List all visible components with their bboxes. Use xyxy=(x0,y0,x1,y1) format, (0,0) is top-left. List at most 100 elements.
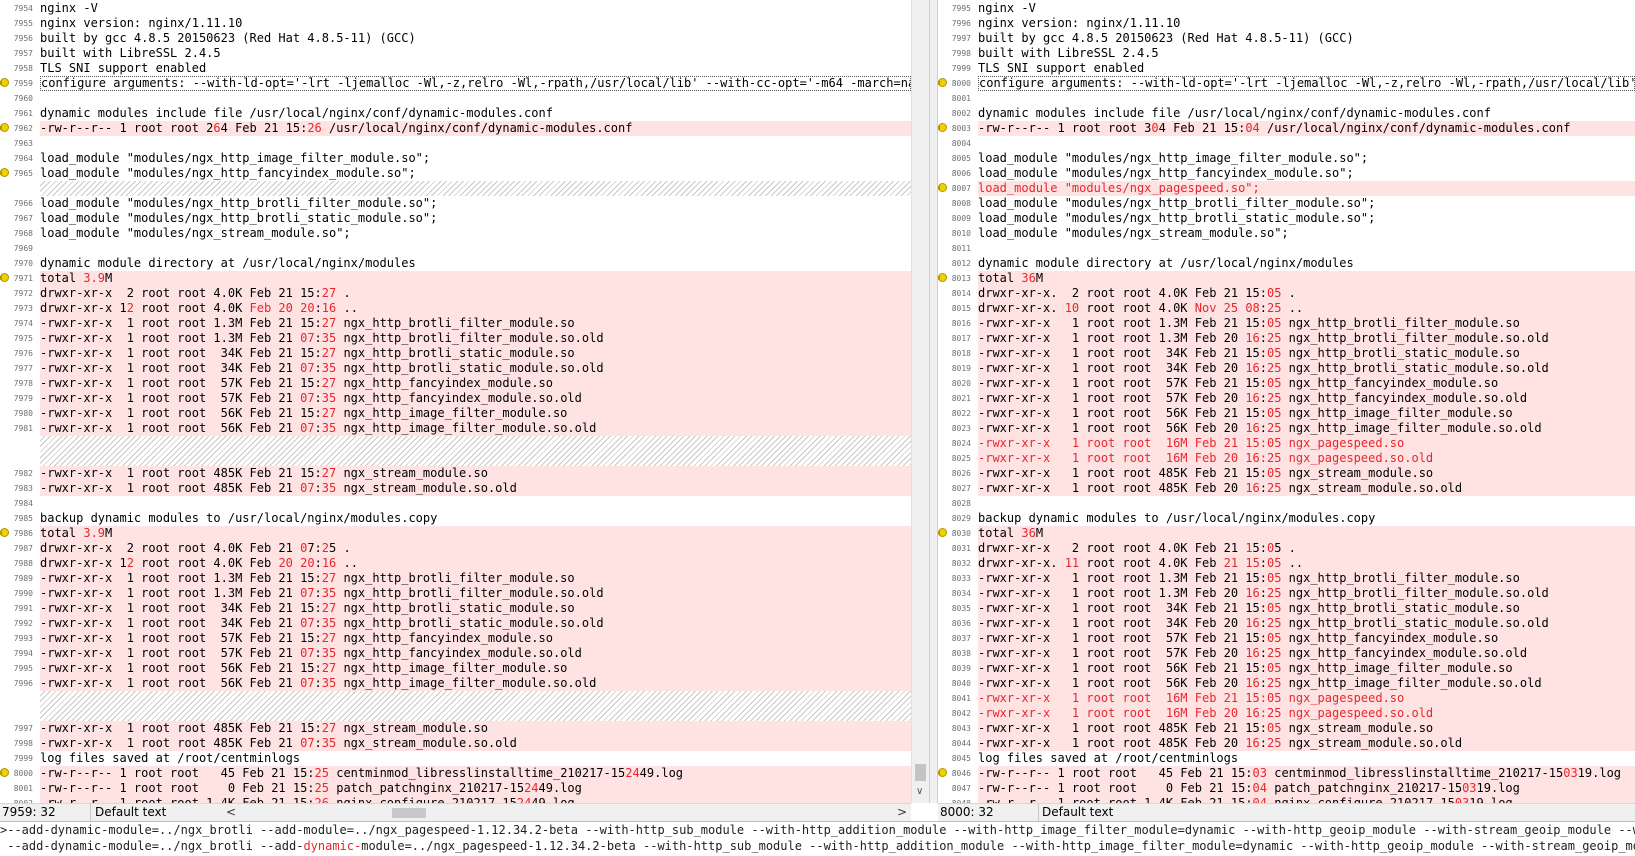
text-line[interactable]: 8008 load_module "modules/ngx_http_brotli… xyxy=(938,196,1635,211)
text-line[interactable]: 7999 log files saved at /root/centminlogs xyxy=(0,751,911,766)
text-line[interactable]: 8028 xyxy=(938,496,1635,511)
text-line[interactable]: 8007 load_module "modules/ngx_pagespeed.s… xyxy=(938,181,1635,196)
text-line[interactable]: 7995 -rwxr-xr-x 1 root root 56K Feb 21 15… xyxy=(0,661,911,676)
text-line[interactable]: 7957 built with LibreSSL 2.4.5 xyxy=(0,46,911,61)
text-line[interactable]: 8012 dynamic module directory at /usr/loc… xyxy=(938,256,1635,271)
text-line[interactable]: 8041 -rwxr-xr-x 1 root root 16M Feb 21 15… xyxy=(938,691,1635,706)
text-line[interactable]: 7978 -rwxr-xr-x 1 root root 57K Feb 21 15… xyxy=(0,376,911,391)
text-line[interactable]: 7988 drwxr-xr-x 12 root root 4.0K Feb 20 … xyxy=(0,556,911,571)
pane-splitter[interactable] xyxy=(929,0,938,803)
text-line[interactable]: 7994 -rwxr-xr-x 1 root root 57K Feb 21 07… xyxy=(0,646,911,661)
text-line[interactable]: 7992 -rwxr-xr-x 1 root root 34K Feb 21 07… xyxy=(0,616,911,631)
text-line[interactable]: 7998 built with LibreSSL 2.4.5 xyxy=(938,46,1635,61)
text-line[interactable]: 8033 -rwxr-xr-x 1 root root 1.3M Feb 21 1… xyxy=(938,571,1635,586)
text-line[interactable]: 8013 total 36M xyxy=(938,271,1635,286)
text-line[interactable]: 8016 -rwxr-xr-x 1 root root 1.3M Feb 21 1… xyxy=(938,316,1635,331)
text-line[interactable]: 8043 -rwxr-xr-x 1 root root 485K Feb 21 1… xyxy=(938,721,1635,736)
left-compare-pane[interactable]: 7954 nginx -V 7955 nginx version: nginx/1.1… xyxy=(0,0,911,803)
text-line[interactable]: 8046 -rw-r--r-- 1 root root 45 Feb 21 15:… xyxy=(938,766,1635,781)
text-line[interactable]: 7995 nginx -V xyxy=(938,1,1635,16)
text-line[interactable]: 8040 -rwxr-xr-x 1 root root 56K Feb 20 16… xyxy=(938,676,1635,691)
text-line[interactable]: 7971 total 3.9M xyxy=(0,271,911,286)
text-line[interactable]: 8020 -rwxr-xr-x 1 root root 57K Feb 21 15… xyxy=(938,376,1635,391)
text-line[interactable]: 8037 -rwxr-xr-x 1 root root 57K Feb 21 15… xyxy=(938,631,1635,646)
text-line[interactable]: 7955 nginx version: nginx/1.11.10 xyxy=(0,16,911,31)
text-line[interactable]: 7962 -rw-r--r-- 1 root root 264 Feb 21 15… xyxy=(0,121,911,136)
text-line[interactable]: 8038 -rwxr-xr-x 1 root root 57K Feb 20 16… xyxy=(938,646,1635,661)
text-line[interactable]: 7998 -rwxr-xr-x 1 root root 485K Feb 21 0… xyxy=(0,736,911,751)
text-line[interactable]: 8025 -rwxr-xr-x 1 root root 16M Feb 20 16… xyxy=(938,451,1635,466)
text-line[interactable]: 7981 -rwxr-xr-x 1 root root 56K Feb 21 07… xyxy=(0,421,911,436)
text-line[interactable]: 7965 load_module "modules/ngx_http_fancyi… xyxy=(0,166,911,181)
right-compare-pane[interactable]: 7995 nginx -V 7996 nginx version: nginx/1.1… xyxy=(938,0,1635,803)
text-line[interactable]: 7976 -rwxr-xr-x 1 root root 34K Feb 21 15… xyxy=(0,346,911,361)
text-line[interactable]: 8015 drwxr-xr-x. 10 root root 4.0K Nov 25… xyxy=(938,301,1635,316)
text-line[interactable]: 7959 configure arguments: --with-ld-opt='… xyxy=(0,76,911,91)
text-line[interactable]: 8003 -rw-r--r-- 1 root root 304 Feb 21 15… xyxy=(938,121,1635,136)
text-line[interactable]: 8001 -rw-r--r-- 1 root root 0 Feb 21 15:2… xyxy=(0,781,911,796)
text-line[interactable]: 7984 xyxy=(0,496,911,511)
text-line[interactable]: 8023 -rwxr-xr-x 1 root root 56K Feb 20 16… xyxy=(938,421,1635,436)
text-line[interactable]: 7974 -rwxr-xr-x 1 root root 1.3M Feb 21 1… xyxy=(0,316,911,331)
text-line[interactable]: 8022 -rwxr-xr-x 1 root root 56K Feb 21 15… xyxy=(938,406,1635,421)
text-line[interactable]: 8018 -rwxr-xr-x 1 root root 34K Feb 21 15… xyxy=(938,346,1635,361)
text-line[interactable]: 7972 drwxr-xr-x 2 root root 4.0K Feb 21 1… xyxy=(0,286,911,301)
encoding-label[interactable]: Default text xyxy=(95,804,166,821)
text-line[interactable]: 8005 load_module "modules/ngx_http_image_… xyxy=(938,151,1635,166)
text-line[interactable]: 8006 load_module "modules/ngx_http_fancyi… xyxy=(938,166,1635,181)
text-line[interactable]: 7967 load_module "modules/ngx_http_brotli… xyxy=(0,211,911,226)
text-line[interactable]: 7986 total 3.9M xyxy=(0,526,911,541)
chevron-left-icon[interactable]: < xyxy=(226,804,236,821)
text-line[interactable]: 8029 backup dynamic modules to /usr/local… xyxy=(938,511,1635,526)
text-line[interactable]: 7954 nginx -V xyxy=(0,1,911,16)
text-line[interactable]: 7999 TLS SNI support enabled xyxy=(938,61,1635,76)
text-line[interactable]: 7961 dynamic modules include file /usr/lo… xyxy=(0,106,911,121)
text-line[interactable]: 7969 xyxy=(0,241,911,256)
text-line[interactable]: 7997 -rwxr-xr-x 1 root root 485K Feb 21 1… xyxy=(0,721,911,736)
text-line[interactable]: 7964 load_module "modules/ngx_http_image_… xyxy=(0,151,911,166)
text-line[interactable]: 7960 xyxy=(0,91,911,106)
left-horizontal-scrollbar[interactable]: < > xyxy=(226,804,907,821)
text-line[interactable]: 8014 drwxr-xr-x. 2 root root 4.0K Feb 21 … xyxy=(938,286,1635,301)
scrollbar-thumb[interactable] xyxy=(915,764,926,781)
scrollbar-thumb[interactable] xyxy=(392,808,426,818)
text-line[interactable]: 8030 total 36M xyxy=(938,526,1635,541)
text-line[interactable]: 7979 -rwxr-xr-x 1 root root 57K Feb 21 07… xyxy=(0,391,911,406)
text-line[interactable]: 7975 -rwxr-xr-x 1 root root 1.3M Feb 21 0… xyxy=(0,331,911,346)
text-line[interactable]: 7997 built by gcc 4.8.5 20150623 (Red Hat… xyxy=(938,31,1635,46)
text-line[interactable]: 8047 -rw-r--r-- 1 root root 0 Feb 21 15:0… xyxy=(938,781,1635,796)
text-line[interactable]: 7990 -rwxr-xr-x 1 root root 1.3M Feb 21 0… xyxy=(0,586,911,601)
text-line[interactable]: 8021 -rwxr-xr-x 1 root root 57K Feb 20 16… xyxy=(938,391,1635,406)
text-line[interactable]: 8032 drwxr-xr-x. 11 root root 4.0K Feb 21… xyxy=(938,556,1635,571)
missing-lines-block[interactable] xyxy=(0,691,911,721)
left-vertical-scrollbar[interactable]: ∨ xyxy=(911,0,929,803)
text-line[interactable]: 8026 -rwxr-xr-x 1 root root 485K Feb 21 1… xyxy=(938,466,1635,481)
chevron-down-icon[interactable]: ∨ xyxy=(916,786,923,797)
text-line[interactable]: 7973 drwxr-xr-x 12 root root 4.0K Feb 20 … xyxy=(0,301,911,316)
text-line[interactable]: 8027 -rwxr-xr-x 1 root root 485K Feb 20 1… xyxy=(938,481,1635,496)
text-line[interactable]: 7993 -rwxr-xr-x 1 root root 57K Feb 21 15… xyxy=(0,631,911,646)
text-line[interactable]: 7996 -rwxr-xr-x 1 root root 56K Feb 21 07… xyxy=(0,676,911,691)
text-line[interactable]: 8042 -rwxr-xr-x 1 root root 16M Feb 20 16… xyxy=(938,706,1635,721)
text-line[interactable]: 8000 configure arguments: --with-ld-opt='… xyxy=(938,76,1635,91)
text-line[interactable]: 8048 -rw-r--r-- 1 root root 1.4K Feb 21 1… xyxy=(938,796,1635,803)
text-line[interactable]: 8017 -rwxr-xr-x 1 root root 1.3M Feb 20 1… xyxy=(938,331,1635,346)
text-line[interactable]: 8035 -rwxr-xr-x 1 root root 34K Feb 21 15… xyxy=(938,601,1635,616)
text-line[interactable]: 7966 load_module "modules/ngx_http_brotli… xyxy=(0,196,911,211)
text-line[interactable]: 8001 xyxy=(938,91,1635,106)
text-line[interactable]: 8019 -rwxr-xr-x 1 root root 34K Feb 20 16… xyxy=(938,361,1635,376)
text-line[interactable]: 8009 load_module "modules/ngx_http_brotli… xyxy=(938,211,1635,226)
text-line[interactable]: 8045 log files saved at /root/centminlogs xyxy=(938,751,1635,766)
text-line[interactable]: 7980 -rwxr-xr-x 1 root root 56K Feb 21 15… xyxy=(0,406,911,421)
text-line[interactable]: 8034 -rwxr-xr-x 1 root root 1.3M Feb 20 1… xyxy=(938,586,1635,601)
text-line[interactable]: 8002 -rw-r--r-- 1 root root 1.4K Feb 21 1… xyxy=(0,796,911,803)
text-line[interactable]: 7989 -rwxr-xr-x 1 root root 1.3M Feb 21 1… xyxy=(0,571,911,586)
chevron-right-icon[interactable]: > xyxy=(897,804,907,821)
text-line[interactable]: 8010 load_module "modules/ngx_stream_modu… xyxy=(938,226,1635,241)
text-line[interactable]: 7970 dynamic module directory at /usr/loc… xyxy=(0,256,911,271)
text-line[interactable]: 7985 backup dynamic modules to /usr/local… xyxy=(0,511,911,526)
encoding-label[interactable]: Default text xyxy=(1042,804,1113,821)
text-line[interactable]: 8031 drwxr-xr-x 2 root root 4.0K Feb 21 1… xyxy=(938,541,1635,556)
text-line[interactable]: 8036 -rwxr-xr-x 1 root root 34K Feb 20 16… xyxy=(938,616,1635,631)
text-line[interactable]: 8000 -rw-r--r-- 1 root root 45 Feb 21 15:… xyxy=(0,766,911,781)
